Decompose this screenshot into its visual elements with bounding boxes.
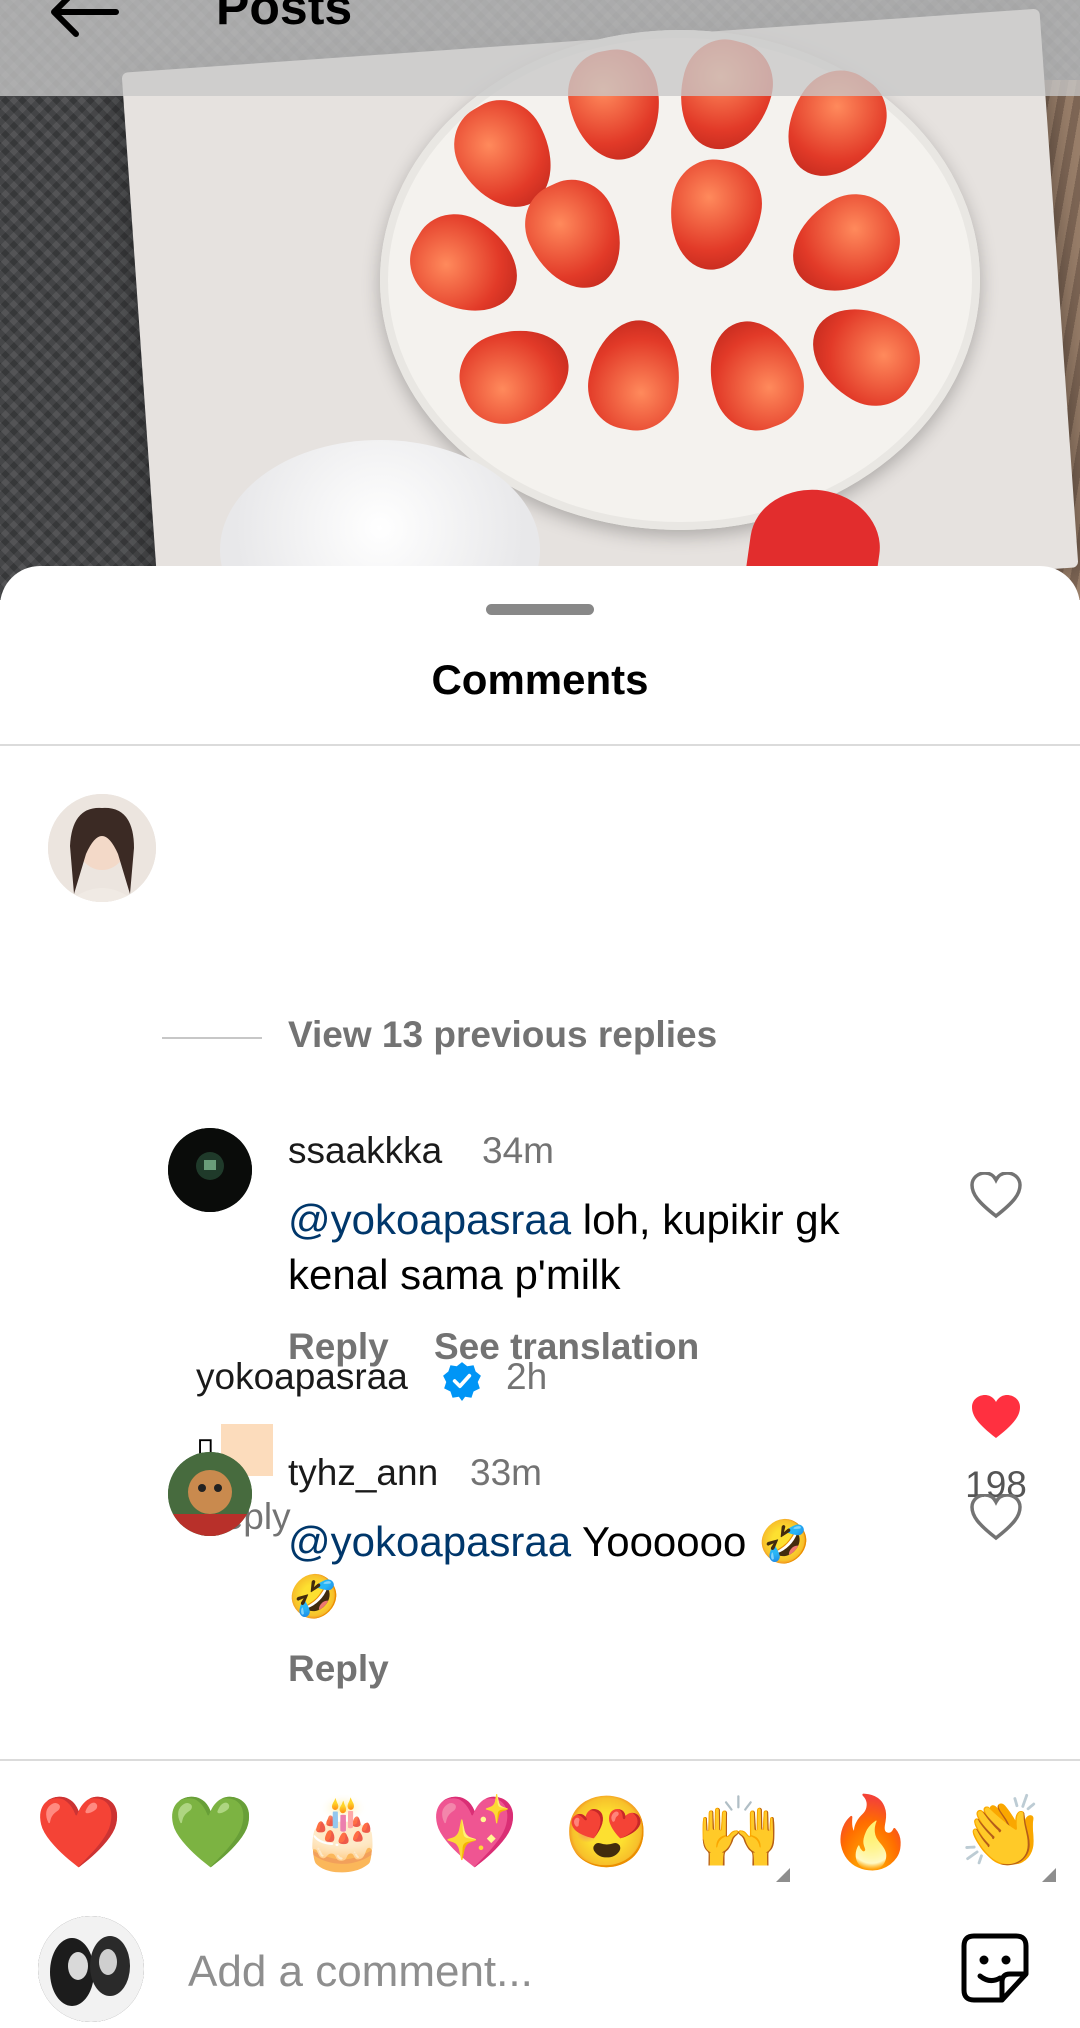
top-bar: Posts: [0, 0, 1080, 96]
avatar[interactable]: [168, 1452, 252, 1536]
user-photo-icon: [168, 1128, 252, 1212]
see-translation-button[interactable]: See translation: [434, 1326, 699, 1368]
user-photo-icon: [168, 1452, 252, 1536]
comment-time: 34m: [482, 1130, 554, 1171]
emoji-fire[interactable]: 🔥: [826, 1792, 916, 1872]
divider: [0, 744, 1080, 746]
username[interactable]: tyhz_ann: [288, 1452, 438, 1494]
thread-line: [162, 1037, 262, 1039]
sheet-title: Comments: [431, 656, 649, 703]
mention-link[interactable]: @yokoapasraa: [288, 1196, 571, 1243]
heart-filled-icon[interactable]: [970, 1394, 1022, 1442]
strawberry-cake-image: [380, 30, 980, 530]
divider: [0, 1759, 1080, 1761]
comments-sheet: Comments yokoapasraa 2h ▯ Reply 198 Vi: [0, 566, 1080, 2028]
emoji-raising-hands[interactable]: 🙌: [694, 1792, 784, 1872]
arrow-left-icon: [51, 0, 119, 37]
skin-tone-variants-indicator: [1042, 1868, 1056, 1882]
sticker-smiley-icon[interactable]: [960, 1932, 1030, 2004]
view-previous-replies-button[interactable]: View 13 previous replies: [288, 1014, 717, 1056]
mention-link[interactable]: @yokoapasraa: [288, 1518, 571, 1565]
sheet-drag-handle[interactable]: [486, 604, 594, 615]
reply-button[interactable]: Reply: [288, 1648, 389, 1690]
comment-body: @yokoapasraa loh, kupikir gk kenal sama …: [288, 1196, 840, 1298]
emoji-birthday-cake[interactable]: 🎂: [298, 1792, 388, 1872]
heart-outline-icon[interactable]: [970, 1172, 1022, 1220]
avatar[interactable]: [168, 1128, 252, 1212]
back-button[interactable]: [44, 0, 124, 42]
user-photo-icon: [38, 1916, 144, 2022]
emoji-clapping-hands[interactable]: 👏: [958, 1792, 1048, 1872]
heart-outline-icon[interactable]: [970, 1494, 1022, 1542]
emoji-red-heart[interactable]: ❤️: [34, 1792, 124, 1872]
comment-body: @yokoapasraa Yoooooo 🤣 🤣: [288, 1518, 811, 1620]
page-title: Posts: [216, 0, 353, 35]
avatar[interactable]: [48, 794, 156, 902]
emoji-heart-eyes[interactable]: 😍: [562, 1792, 652, 1872]
current-user-avatar[interactable]: [38, 1916, 144, 2022]
comment-input[interactable]: [186, 1936, 890, 2008]
skin-tone-variants-indicator: [776, 1868, 790, 1882]
comment-time: 33m: [470, 1452, 542, 1493]
reply-button[interactable]: Reply: [288, 1326, 389, 1368]
emoji-green-heart[interactable]: 💚: [166, 1792, 256, 1872]
username[interactable]: ssaakkka: [288, 1130, 442, 1172]
user-photo-icon: [48, 794, 156, 902]
emoji-sparkling-heart[interactable]: 💖: [430, 1792, 520, 1872]
